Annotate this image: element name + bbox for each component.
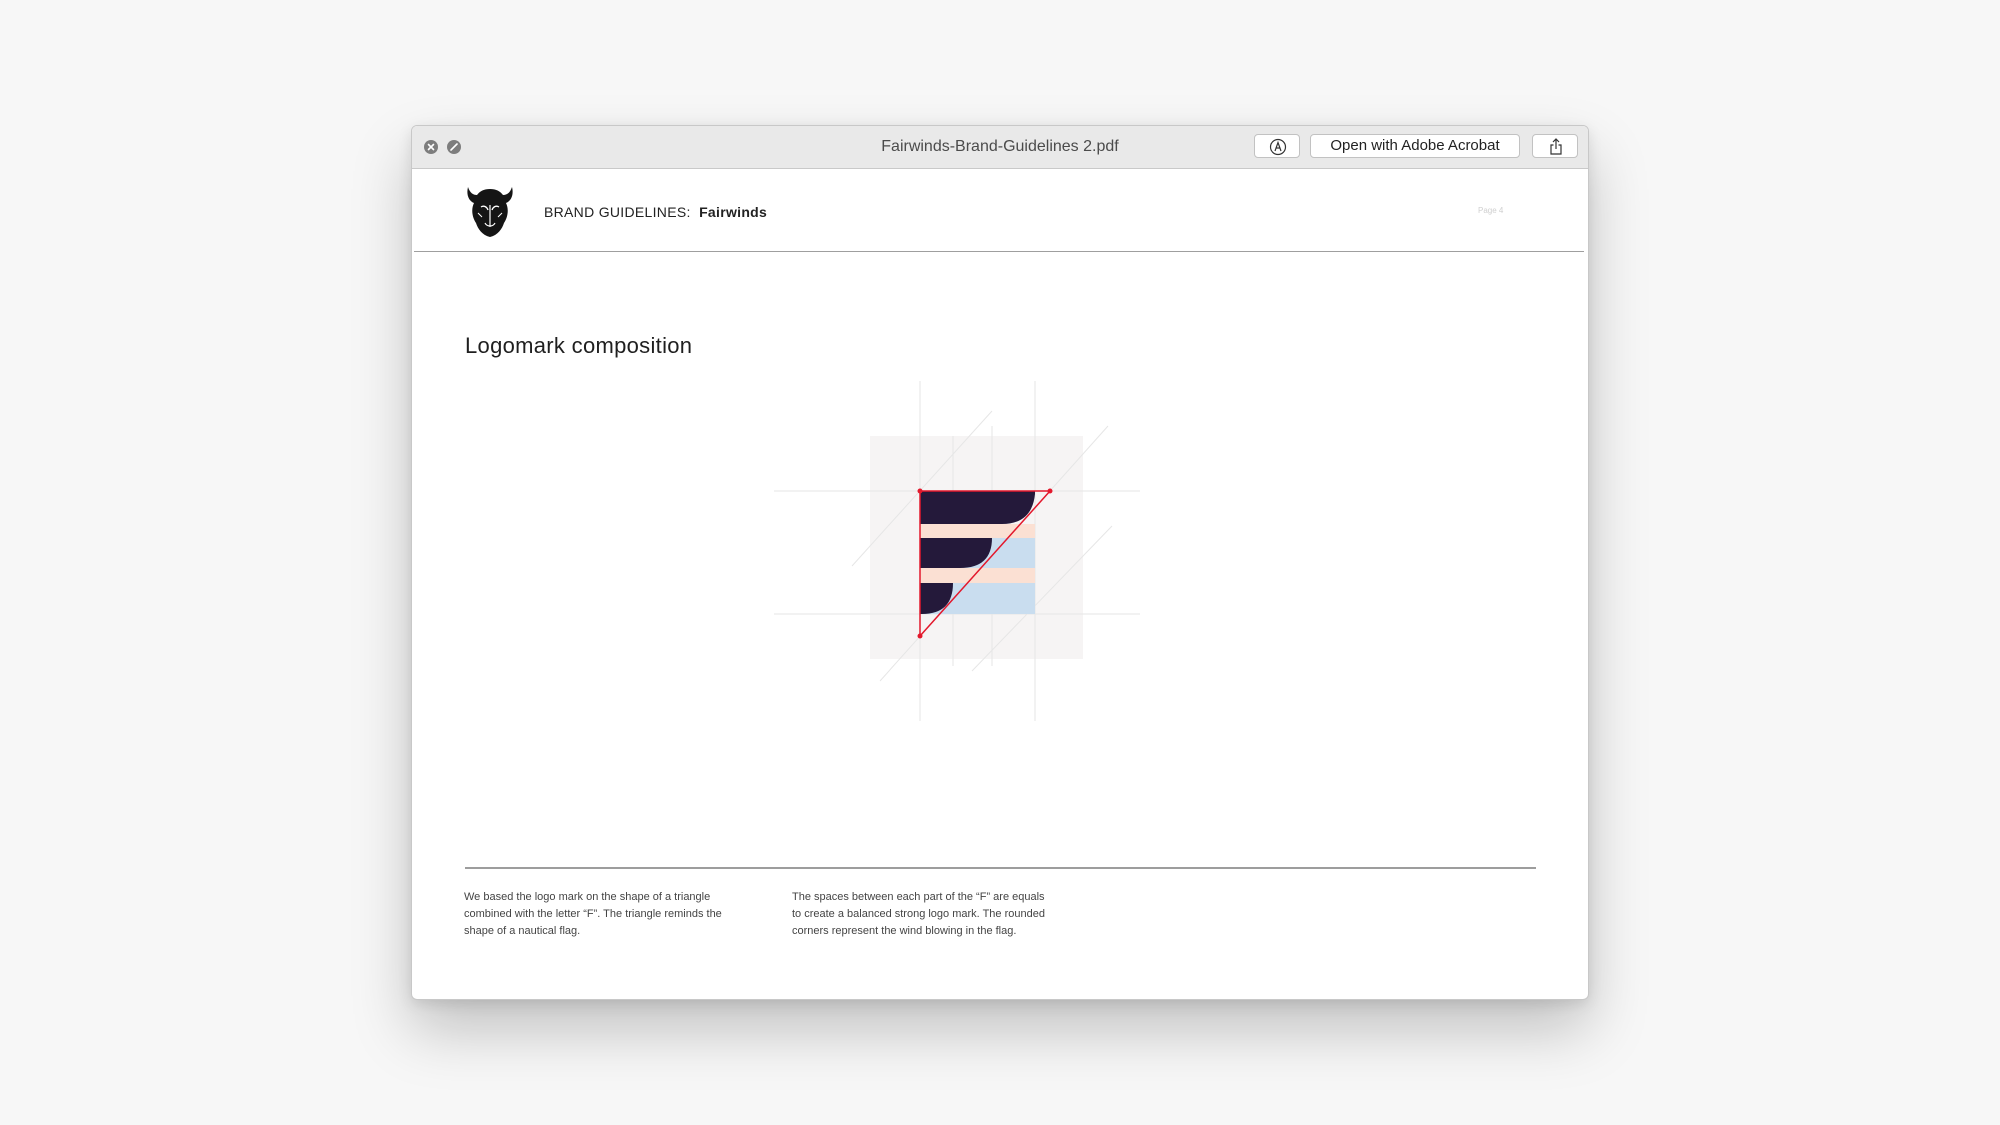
section-divider xyxy=(465,867,1536,869)
brand-title: BRAND GUIDELINES: Fairwinds xyxy=(544,204,767,220)
triangle-vertex xyxy=(1047,488,1053,494)
logomark-construction-figure xyxy=(774,381,1140,721)
logomark-top-bar xyxy=(920,491,1035,524)
share-icon xyxy=(1550,138,1562,155)
description-line: corners represent the wind blowing in th… xyxy=(792,925,1017,937)
description-spacing: The spaces between each part of the “F” … xyxy=(792,889,1102,940)
section-title: Logomark composition xyxy=(465,333,693,358)
share-button[interactable] xyxy=(1532,134,1578,158)
triangle-vertex xyxy=(917,488,923,494)
description-line: combined with the letter “F”. The triang… xyxy=(464,908,722,920)
page-header: BRAND GUIDELINES: Fairwinds Page 4 xyxy=(414,169,1584,252)
bison-head-logo-icon xyxy=(467,187,513,237)
brand-name: Fairwinds xyxy=(699,204,768,220)
brand-prefix: BRAND GUIDELINES: xyxy=(544,204,691,220)
description-line: to create a balanced strong logo mark. T… xyxy=(792,908,1045,920)
triangle-vertex xyxy=(917,633,923,639)
markup-icon xyxy=(1269,138,1287,156)
title-bar: Fairwinds-Brand-Guidelines 2.pdf Open wi… xyxy=(412,126,1588,169)
pdf-preview-window: Fairwinds-Brand-Guidelines 2.pdf Open wi… xyxy=(411,125,1589,1000)
page-number: Page 4 xyxy=(1478,206,1504,215)
description-line: The spaces between each part of the “F” … xyxy=(792,891,1045,903)
markup-button[interactable] xyxy=(1254,134,1300,158)
flag-peach-band xyxy=(920,568,1035,583)
description-line: shape of a nautical flag. xyxy=(464,925,581,937)
description-triangle: We based the logo mark on the shape of a… xyxy=(464,889,774,940)
open-with-acrobat-button[interactable]: Open with Adobe Acrobat xyxy=(1310,134,1520,158)
description-line: We based the logo mark on the shape of a… xyxy=(464,891,711,903)
